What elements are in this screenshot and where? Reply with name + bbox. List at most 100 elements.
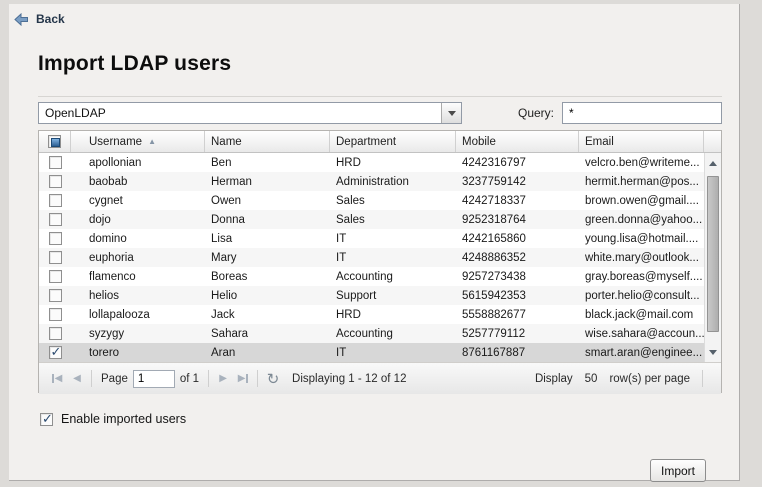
row-checkbox[interactable]: [49, 308, 62, 321]
table-row[interactable]: torero Aran IT 8761167887 smart.aran@eng…: [39, 343, 704, 362]
row-checkbox[interactable]: [49, 346, 62, 359]
row-checkbox[interactable]: [49, 156, 62, 169]
row-checkbox[interactable]: [49, 194, 62, 207]
cell-username: domino: [71, 233, 205, 245]
table-row[interactable]: lollapalooza Jack HRD 5558882677 black.j…: [39, 305, 704, 324]
cell-department: Administration: [330, 176, 456, 188]
enable-imported-users-checkbox[interactable]: [40, 413, 53, 426]
grid-rows: apollonian Ben HRD 4242316797 velcro.ben…: [39, 153, 721, 362]
dropdown-trigger-button[interactable]: [441, 103, 461, 123]
row-checkbox[interactable]: [49, 213, 62, 226]
first-page-button[interactable]: ◀: [47, 369, 67, 389]
row-select-cell: [39, 175, 71, 188]
cell-department: IT: [330, 233, 456, 245]
row-checkbox[interactable]: [49, 251, 62, 264]
cell-name: Ben: [205, 157, 330, 169]
cell-name: Mary: [205, 252, 330, 264]
row-select-cell: [39, 213, 71, 226]
row-select-cell: [39, 194, 71, 207]
cell-username: torero: [71, 347, 205, 359]
column-header-department-label: Department: [336, 136, 396, 148]
page-label: Page: [101, 373, 128, 385]
cell-username: baobab: [71, 176, 205, 188]
cell-username: flamenco: [71, 271, 205, 283]
cell-name: Aran: [205, 347, 330, 359]
table-row[interactable]: syzygy Sahara Accounting 5257779112 wise…: [39, 324, 704, 343]
cell-name: Jack: [205, 309, 330, 321]
cell-department: Accounting: [330, 271, 456, 283]
last-page-button[interactable]: ▶: [233, 369, 253, 389]
cell-name: Owen: [205, 195, 330, 207]
cell-department: HRD: [330, 157, 456, 169]
row-checkbox[interactable]: [49, 327, 62, 340]
query-label: Query:: [518, 106, 554, 120]
table-row[interactable]: flamenco Boreas Accounting 9257273438 gr…: [39, 267, 704, 286]
column-header-email[interactable]: Email: [579, 131, 704, 152]
cell-department: IT: [330, 347, 456, 359]
page-size-value[interactable]: 50: [585, 373, 598, 385]
previous-page-icon: ◀: [73, 373, 81, 384]
cell-email: black.jack@mail.com: [579, 309, 704, 321]
import-button[interactable]: Import: [650, 459, 706, 482]
cell-department: Accounting: [330, 328, 456, 340]
enable-imported-users-option[interactable]: Enable imported users: [40, 412, 186, 426]
column-header-name[interactable]: Name: [205, 131, 330, 152]
cell-email: wise.sahara@accoun...: [579, 328, 704, 340]
cell-mobile: 8761167887: [456, 347, 579, 359]
column-header-username-label: Username: [89, 136, 142, 148]
table-row[interactable]: baobab Herman Administration 3237759142 …: [39, 172, 704, 191]
scrollbar-header-spacer: [704, 131, 721, 152]
per-page-label: row(s) per page: [609, 373, 690, 385]
select-all-header-cell[interactable]: [39, 131, 71, 152]
scrollbar-thumb[interactable]: [707, 176, 719, 332]
cell-mobile: 9257273438: [456, 271, 579, 283]
cell-username: cygnet: [71, 195, 205, 207]
pager-separator: [702, 370, 703, 387]
table-row[interactable]: domino Lisa IT 4242165860 young.lisa@hot…: [39, 229, 704, 248]
refresh-button[interactable]: ↻: [262, 369, 284, 389]
row-checkbox[interactable]: [49, 289, 62, 302]
column-header-mobile-label: Mobile: [462, 136, 496, 148]
displaying-status: Displaying 1 - 12 of 12: [292, 373, 406, 385]
table-row[interactable]: apollonian Ben HRD 4242316797 velcro.ben…: [39, 153, 704, 172]
row-checkbox[interactable]: [49, 270, 62, 283]
row-select-cell: [39, 270, 71, 283]
select-all-checkbox[interactable]: [48, 135, 61, 148]
cell-username: syzygy: [71, 328, 205, 340]
row-checkbox[interactable]: [49, 232, 62, 245]
back-link[interactable]: Back: [14, 12, 65, 26]
next-page-icon: ▶: [219, 373, 227, 384]
row-select-cell: [39, 251, 71, 264]
column-header-email-label: Email: [585, 136, 614, 148]
cell-name: Helio: [205, 290, 330, 302]
previous-page-button[interactable]: ◀: [67, 369, 87, 389]
ldap-server-select[interactable]: OpenLDAP: [38, 102, 462, 124]
scroll-down-button[interactable]: [705, 344, 721, 360]
first-page-icon: [52, 374, 54, 383]
cell-department: Sales: [330, 214, 456, 226]
grid-header: Username ▲ Name Department Mobile Email: [39, 131, 721, 153]
column-header-username[interactable]: Username ▲: [71, 131, 205, 152]
sort-asc-icon: ▲: [148, 137, 156, 146]
scroll-up-button[interactable]: [705, 155, 721, 171]
query-input[interactable]: [562, 102, 722, 124]
row-checkbox[interactable]: [49, 175, 62, 188]
column-header-department[interactable]: Department: [330, 131, 456, 152]
cell-username: helios: [71, 290, 205, 302]
cell-email: hermit.herman@pos...: [579, 176, 704, 188]
cell-name: Lisa: [205, 233, 330, 245]
table-row[interactable]: dojo Donna Sales 9252318764 green.donna@…: [39, 210, 704, 229]
cell-username: euphoria: [71, 252, 205, 264]
table-row[interactable]: cygnet Owen Sales 4242718337 brown.owen@…: [39, 191, 704, 210]
table-row[interactable]: euphoria Mary IT 4248886352 white.mary@o…: [39, 248, 704, 267]
vertical-scrollbar[interactable]: [704, 153, 721, 362]
page-size-area: Display 50 row(s) per page: [535, 370, 713, 387]
filter-toolbar: OpenLDAP Query:: [38, 96, 722, 126]
next-page-button[interactable]: ▶: [213, 369, 233, 389]
column-header-mobile[interactable]: Mobile: [456, 131, 579, 152]
page-number-input[interactable]: [133, 370, 175, 388]
row-select-cell: [39, 327, 71, 340]
table-row[interactable]: helios Helio Support 5615942353 porter.h…: [39, 286, 704, 305]
cell-name: Boreas: [205, 271, 330, 283]
last-page-icon: ▶: [238, 373, 246, 384]
